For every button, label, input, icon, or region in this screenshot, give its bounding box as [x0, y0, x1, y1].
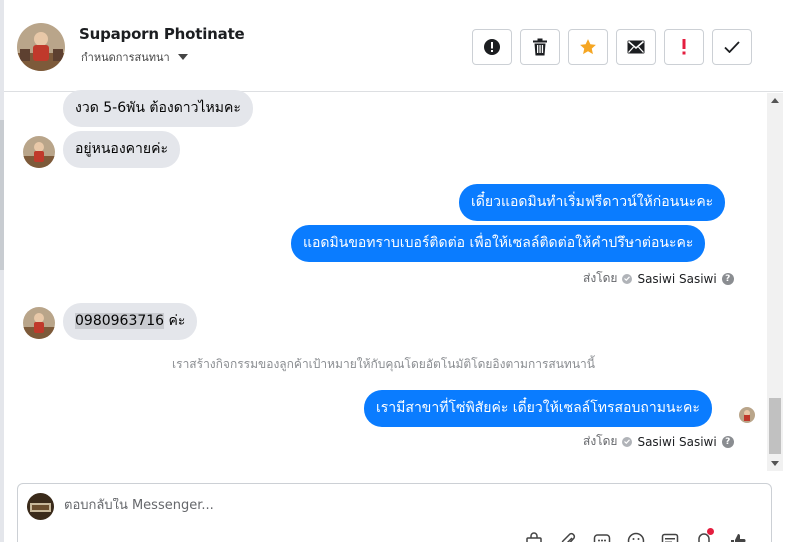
star-button[interactable]: [568, 29, 608, 65]
emoji-icon[interactable]: [625, 530, 647, 542]
assign-conversation-dropdown[interactable]: กำหนดการสนทนา: [81, 48, 188, 66]
sent-check-icon: [622, 436, 633, 447]
reply-input[interactable]: [64, 498, 664, 513]
phone-suffix: ค่ะ: [164, 313, 186, 329]
bag-icon[interactable]: [523, 530, 545, 542]
lead-activity-note: เราสร้างกิจกรรมของลูกค้าเป้าหมายให้กับคุ…: [172, 357, 595, 371]
sent-check-icon: [622, 273, 633, 284]
reply-composer: [17, 483, 772, 542]
caret-down-icon: [177, 54, 188, 60]
mark-spam-button[interactable]: [472, 29, 512, 65]
trash-icon: [533, 38, 547, 56]
incoming-message: อยู่หนองคายค่ะ: [63, 131, 180, 168]
mark-unread-button[interactable]: [616, 29, 656, 65]
follow-up-button[interactable]: [664, 29, 704, 65]
sent-by-line: ส่งโดย Sasiwi Sasiwi ?: [583, 269, 734, 288]
sent-by-line: ส่งโดย Sasiwi Sasiwi ?: [583, 432, 734, 451]
help-icon[interactable]: ?: [721, 435, 734, 448]
delete-button[interactable]: [520, 29, 560, 65]
scroll-thumb[interactable]: [769, 398, 781, 454]
incoming-message: งวด 5-6พัน ต้องดาวไหมคะ: [63, 90, 253, 127]
alert-circle-icon: [484, 39, 500, 55]
conversation-header: Supaporn Photinate กำหนดการสนทนา: [4, 0, 783, 92]
sender-name: Sasiwi Sasiwi: [637, 434, 717, 449]
notification-icon[interactable]: [693, 528, 715, 542]
contact-avatar-small[interactable]: [23, 307, 55, 339]
header-actions: [472, 29, 752, 65]
outgoing-message: เดี๋ยวแอดมินทำเริ่มฟรีดาวน์ให้ก่อนนะคะ: [459, 184, 726, 221]
help-icon[interactable]: ?: [721, 272, 734, 285]
envelope-icon: [627, 40, 645, 54]
contact-avatar[interactable]: [17, 23, 65, 71]
sent-by-label: ส่งโดย: [583, 271, 618, 285]
scroll-down-arrow-icon[interactable]: [771, 461, 779, 466]
mark-done-button[interactable]: [712, 29, 752, 65]
incoming-message-phone: 0980963716 ค่ะ: [63, 303, 198, 340]
exclamation-icon: [682, 39, 686, 55]
scroll-up-arrow-icon[interactable]: [771, 98, 779, 103]
page-avatar: [27, 493, 54, 520]
sender-name: Sasiwi Sasiwi: [637, 271, 717, 286]
star-icon: [580, 39, 596, 55]
saved-reply-icon[interactable]: [591, 530, 613, 542]
seen-avatar: [739, 407, 755, 423]
phone-number[interactable]: 0980963716: [75, 313, 165, 329]
contact-avatar-small[interactable]: [23, 136, 55, 168]
outgoing-message: เรามีสาขาที่โซ่พิสัยค่ะ เดี๋ยวให้เซลล์โท…: [364, 390, 712, 427]
notification-badge: [707, 528, 714, 535]
assign-label: กำหนดการสนทนา: [81, 51, 170, 64]
outgoing-message: แอดมินขอทราบเบอร์ติดต่อ เพื่อให้เซลล์ติด…: [291, 225, 706, 262]
sent-by-label: ส่งโดย: [583, 434, 618, 448]
thread-scrollbar[interactable]: [767, 93, 783, 471]
composer-tools: [523, 528, 749, 542]
like-icon[interactable]: [727, 530, 749, 542]
template-icon[interactable]: [659, 530, 681, 542]
contact-name[interactable]: Supaporn Photinate: [79, 25, 245, 43]
left-scroll-thumb[interactable]: [0, 120, 4, 270]
paperclip-icon[interactable]: [557, 530, 579, 542]
checkmark-icon: [724, 41, 740, 53]
